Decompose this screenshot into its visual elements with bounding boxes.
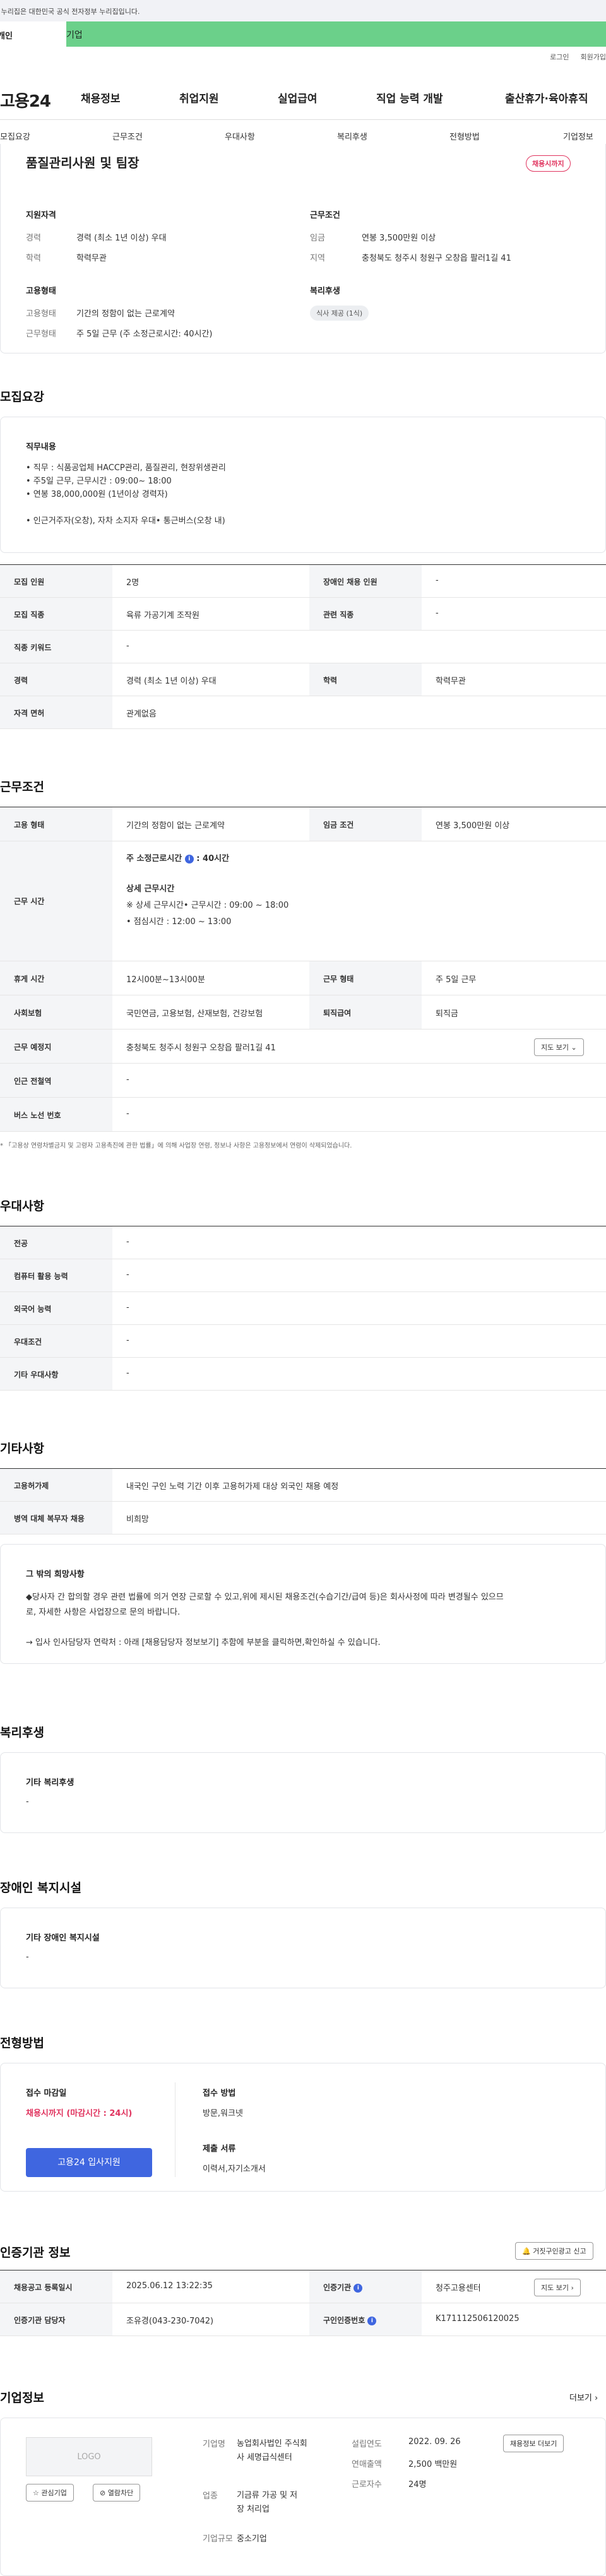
emptype-label: 고용형태: [26, 309, 56, 319]
chevron-down-icon: ⌄: [571, 1043, 577, 1052]
table-row: 사회보험 국민연금, 고용보험, 산재보험, 건강보험 퇴직급여 퇴직금: [0, 995, 606, 1030]
table-row: 모집 인원 2명 장애인 채용 인원 -: [0, 565, 606, 598]
util-links: 로그인 회원가입: [538, 52, 606, 62]
cert-heading: 인증기관 정보: [0, 2246, 71, 2260]
wage-value: 연봉 3,500만원 이상: [362, 234, 436, 243]
block-view-button[interactable]: ⊘ 열람차단: [93, 2484, 141, 2502]
duty-text: • 직무 : 식품공업체 HACCP관리, 품질관리, 현장위생관리 • 주5일…: [26, 463, 226, 526]
table-row: 휴게 시간 12시00분~13시00분 근무 형태 주 5일 근무: [0, 961, 606, 995]
global-nav: 고용24 채용정보 취업지원 실업급여 직업 능력 개발 출산휴가·육아휴직: [0, 74, 606, 120]
subnav-screening[interactable]: 전형방법: [449, 130, 480, 142]
tab-individual[interactable]: 개인: [0, 21, 66, 47]
table-row: 근무 예정지 충청북도 청주시 청원구 오창읍 팔러1길 41 지도 보기 ⌄: [0, 1030, 606, 1064]
worktype-value: 주 5일 근무 (주 소정근로시간: 40시간): [76, 329, 213, 339]
info-icon[interactable]: i: [184, 854, 194, 864]
table-row: 근무 시간 주 소정근로시간 i : 40시간 상세 근무시간 ※ 상세 근무시…: [0, 841, 606, 961]
recruit-heading: 모집요강: [0, 390, 44, 404]
gnb-item-unemployment[interactable]: 실업급여: [278, 90, 318, 105]
pref-heading: 우대사항: [0, 1199, 44, 1213]
job-title: 품질관리사원 및 팀장: [26, 155, 140, 170]
chevron-right-icon: ›: [595, 2394, 598, 2403]
site-logo[interactable]: 고용24: [0, 88, 51, 112]
gnb-item-parental-leave[interactable]: 출산휴가·육아휴직: [505, 90, 588, 105]
info-icon[interactable]: i: [354, 2283, 363, 2293]
favorite-company-button[interactable]: ☆ 관심기업: [26, 2484, 74, 2502]
gov-banner: 이 누리집은 대한민국 공식 전자정부 누리집입니다.: [0, 0, 606, 21]
bell-icon: 🔔: [522, 2247, 531, 2255]
region-value: 충청북도 청주시 청원구 오창읍 팔러1길 41: [362, 254, 511, 263]
career-value: 경력 (최소 1년 이상) 우대: [76, 234, 167, 243]
map-button[interactable]: 지도 보기 ⌄: [534, 1038, 584, 1056]
career-label: 경력: [26, 234, 41, 243]
wage-label: 임금: [310, 234, 325, 243]
duty-heading: 직무내용: [26, 442, 56, 452]
company-more-link[interactable]: 더보기 ›: [569, 2391, 598, 2403]
etc-box: 그 밖의 희망사항 ◆당사자 간 합의할 경우 관련 법률에 의거 연장 근로할…: [0, 1544, 606, 1664]
star-icon: ☆: [33, 2489, 39, 2497]
work-heading: 근무조건: [0, 780, 44, 794]
emptype-value: 기간의 정함이 없는 근로계약: [76, 309, 175, 319]
apply-button[interactable]: 고용24 입사지원: [26, 2148, 152, 2177]
company-logo: LOGO: [26, 2437, 152, 2476]
cert-map-button[interactable]: 지도 보기 ›: [534, 2279, 581, 2296]
etc-heading: 기타사항: [0, 1442, 44, 1456]
table-row: 고용허가제 내국인 구인 노력 기간 이후 고용허가제 대상 외국인 채용 예정: [0, 1469, 606, 1502]
company-card: LOGO ☆ 관심기업 ⊘ 열람차단 기업명 농업회사법인 주식회사 세명급식센…: [0, 2418, 606, 2576]
screen-heading: 전형방법: [0, 2036, 44, 2050]
summary-card: 품질관리사원 및 팀장 채용시까지 지원자격 경력 경력 (최소 1년 이상) …: [0, 144, 606, 353]
welfare-section-heading: 복리후생: [0, 1726, 44, 1740]
etc-box-heading: 그 밖의 희망사항: [26, 1570, 85, 1579]
disab-card: 기타 장애인 복지시설 -: [0, 1908, 606, 1988]
gnb-item-employment-support[interactable]: 취업지원: [179, 90, 219, 105]
table-row: 전공 -: [0, 1226, 606, 1259]
table-row: 버스 노선 번호 -: [0, 1098, 606, 1132]
screen-card: 접수 마감일 채용시까지 (마감시간 : 24시) 고용24 입사지원 접수 방…: [0, 2063, 606, 2192]
table-row: 직종 키워드 -: [0, 631, 606, 663]
audience-tabs: 개인 기업: [0, 21, 606, 47]
block-icon: ⊘: [100, 2489, 106, 2497]
gnb-item-jobs[interactable]: 채용정보: [81, 90, 121, 105]
qual-heading: 지원자격: [26, 211, 56, 220]
signup-link[interactable]: 회원가입: [581, 53, 606, 61]
status-badge: 채용시까지: [526, 155, 571, 172]
table-row: 자격 면허 관계없음: [0, 696, 606, 729]
subnav-welfare[interactable]: 복리후생: [337, 130, 367, 142]
subnav-pref[interactable]: 우대사항: [225, 130, 255, 142]
cond-heading: 근무조건: [310, 211, 340, 220]
tab-company[interactable]: 기업: [66, 21, 606, 47]
emp-heading: 고용형태: [26, 287, 56, 296]
login-link[interactable]: 로그인: [550, 53, 569, 61]
table-row: 경력 경력 (최소 1년 이상) 우대 학력 학력무관: [0, 663, 606, 696]
subnav-work[interactable]: 근무조건: [112, 130, 143, 142]
report-button[interactable]: 🔔 거짓구인광고 신고: [515, 2242, 593, 2260]
disab-heading: 장애인 복지시설: [0, 1881, 81, 1895]
table-row: 모집 직종 육류 가공기계 조작원 관련 직종 -: [0, 598, 606, 631]
table-row: 우대조건 -: [0, 1325, 606, 1358]
age-note: * 「고용상 연령차별금지 및 고령자 고용촉진에 관한 법률」에 의해 사업장…: [0, 1143, 352, 1149]
table-row: 인증기관 담당자 조유경(043-230-7042) 구인인증번호 i K171…: [0, 2303, 606, 2336]
company-heading: 기업정보: [0, 2391, 44, 2405]
chevron-right-icon: ›: [571, 2284, 574, 2292]
subnav-recruit[interactable]: 모집요강: [0, 130, 30, 142]
table-row: 외국어 능력 -: [0, 1292, 606, 1325]
info-icon[interactable]: i: [367, 2316, 377, 2325]
gnb-item-training[interactable]: 직업 능력 개발: [376, 90, 443, 105]
table-row: 인근 전철역 -: [0, 1064, 606, 1098]
table-row: 채용공고 등록일시 2025.06.12 13:22:35 인증기관 i 청주고…: [0, 2270, 606, 2303]
edu-label: 학력: [26, 254, 41, 263]
table-row: 고용 형태 기간의 정함이 없는 근로계약 임금 조건 연봉 3,500만원 이…: [0, 807, 606, 841]
welfare-card: 기타 복리후생 -: [0, 1752, 606, 1833]
table-row: 컴퓨터 활용 능력 -: [0, 1259, 606, 1292]
welfare-heading: 복리후생: [310, 287, 340, 296]
table-row: 기타 우대사항 -: [0, 1358, 606, 1391]
subnav-company[interactable]: 기업정보: [563, 130, 593, 142]
welfare-pill: 식사 제공 (1식): [310, 306, 369, 321]
worktype-label: 근무형태: [26, 329, 56, 339]
table-row: 병역 대체 복무자 채용 비희망: [0, 1502, 606, 1534]
edu-value: 학력무관: [76, 254, 107, 263]
company-jobs-button[interactable]: 채용정보 더보기: [503, 2435, 564, 2452]
region-label: 지역: [310, 254, 325, 263]
duty-card: 직무내용 • 직무 : 식품공업체 HACCP관리, 품질관리, 현장위생관리 …: [0, 417, 606, 553]
